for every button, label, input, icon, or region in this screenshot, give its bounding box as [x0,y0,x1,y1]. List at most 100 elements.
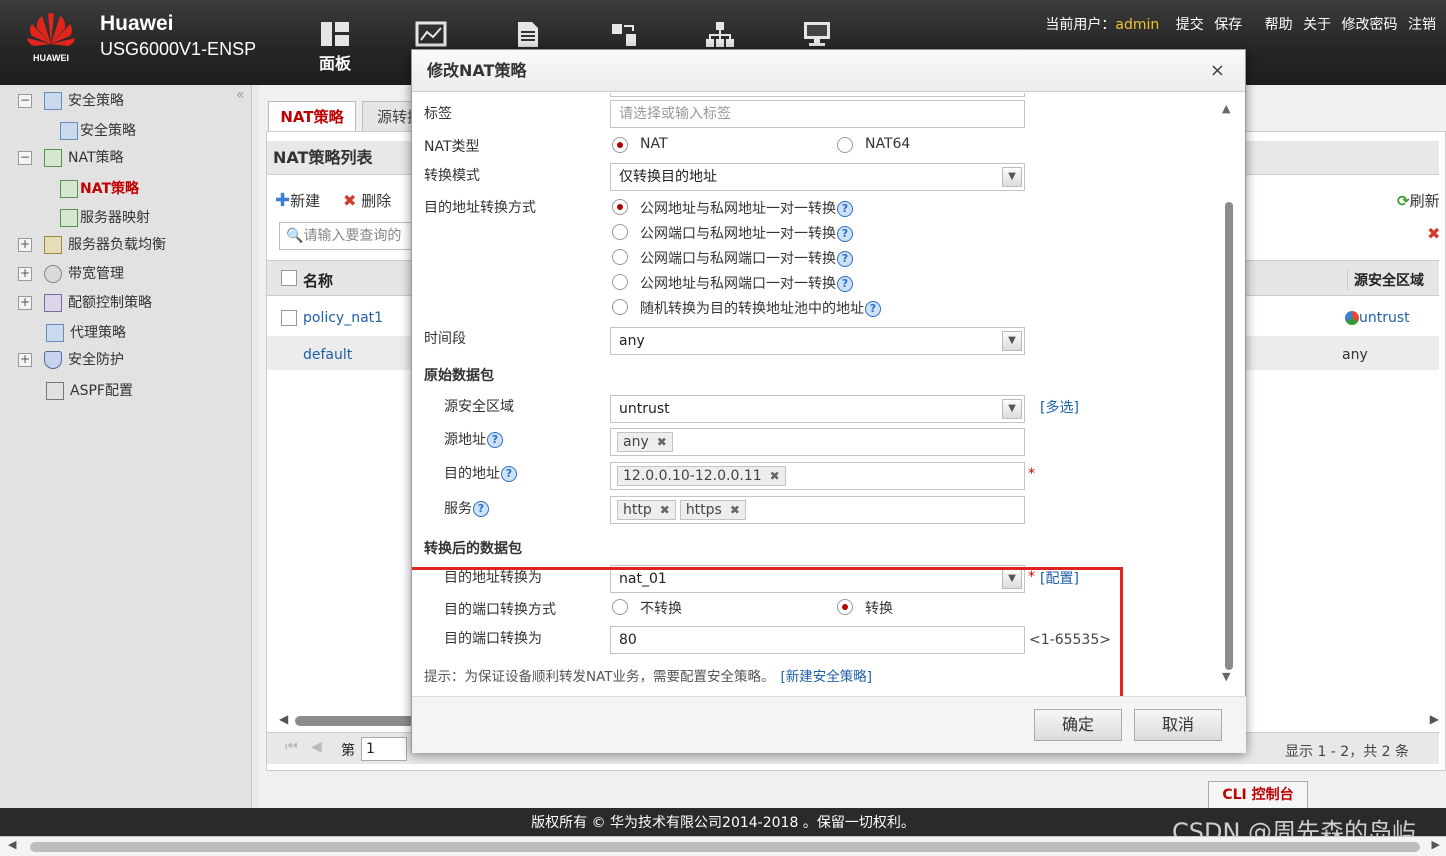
policy-name-link[interactable]: policy_nat1 [303,310,383,326]
scroll-right-icon[interactable]: ▶ [1430,712,1439,726]
hint-text: 提示：为保证设备顺利转发NAT业务，需要配置安全策略。 [新建安全策略] [424,669,873,685]
expand-icon[interactable]: + [18,267,32,281]
tree-bandwidth[interactable]: + 带宽管理 [18,263,124,285]
remove-tag-icon[interactable]: ✖ [770,469,780,483]
expand-icon[interactable]: + [18,296,32,310]
nat-type-nat-radio[interactable] [612,137,628,153]
tab-nat-policy[interactable]: NAT策略 [268,101,356,131]
sidebar-collapse-icon[interactable]: « [236,87,245,103]
delete-icon: ✖ [343,191,357,210]
dst-method-radio[interactable] [612,299,628,315]
about-link[interactable]: 关于 [1303,17,1331,33]
search-icon: 🔍 [286,228,304,244]
src-addr-tag: any ✖ [617,432,673,452]
policy-name-link[interactable]: default [303,347,352,363]
remove-tag-icon[interactable]: ✖ [657,435,667,449]
expand-icon[interactable]: + [18,353,32,367]
dialog-vscroll[interactable]: ▲ ▼ [1222,102,1234,690]
mode-select[interactable]: 仅转换目的地址 ▼ [610,163,1025,191]
tree-security-protect[interactable]: + 安全防护 [18,349,124,371]
remove-tag-icon[interactable]: ✖ [730,503,740,517]
src-zone-select[interactable]: untrust ▼ [610,395,1025,423]
delete-button[interactable]: ✖ 删除 [343,190,391,211]
service-input[interactable]: http ✖ https ✖ [610,496,1025,524]
nav-dashboard[interactable]: 面板 [315,20,355,80]
clear-search-icon[interactable]: ✖ [1427,224,1440,243]
scroll-up-icon[interactable]: ▲ [1222,102,1230,115]
commit-link[interactable]: 提交 [1176,17,1204,33]
help-icon[interactable]: ? [837,226,853,242]
help-icon[interactable]: ? [837,276,853,292]
logout-link[interactable]: 注销 [1408,17,1436,33]
select-all-checkbox[interactable] [281,270,297,286]
dst-method-radio[interactable] [612,199,628,215]
scroll-left-icon[interactable]: ◀ [279,712,288,726]
cli-console-button[interactable]: CLI 控制台 [1208,781,1308,809]
dst-pool-select[interactable]: nat_01 ▼ [610,565,1025,593]
page-hscroll[interactable]: ◀ ▶ [0,836,1446,856]
dialog-body: 标签 请选择或输入标签 NAT类型 NAT NAT64 转换模式 仅转换目的地址… [412,93,1246,696]
tree-security-policy-group[interactable]: − 安全策略 [18,90,124,112]
page-input[interactable]: 1 [361,737,407,761]
column-name[interactable]: 名称 [303,270,333,291]
new-security-policy-link[interactable]: [新建安全策略] [781,669,873,685]
prev-page-icon[interactable]: ◀ [311,739,322,755]
close-icon[interactable]: × [1210,60,1225,81]
scroll-down-icon[interactable]: ▼ [1222,670,1230,683]
tag-input[interactable]: 请选择或输入标签 [610,100,1025,128]
ok-button[interactable]: 确定 [1034,709,1122,741]
port-input[interactable]: 80 [610,626,1025,654]
row-checkbox[interactable] [281,310,297,326]
nat-type-nat64-label: NAT64 [865,136,911,152]
port-range-hint: <1-65535> [1029,632,1111,648]
dst-method-option: 随机转换为目的转换地址池中的地址? [640,298,881,318]
tree-aspf[interactable]: ASPF配置 [46,380,133,402]
help-icon[interactable]: ? [501,466,517,482]
tree-nat-policy-group[interactable]: − NAT策略 [18,147,124,169]
help-icon[interactable]: ? [837,201,853,217]
pager-summary: 显示 1 - 2，共 2 条 [1285,744,1410,760]
change-password-link[interactable]: 修改密码 [1342,17,1398,33]
tree-server-mapping[interactable]: 服务器映射 [60,207,150,229]
tree-proxy-policy[interactable]: 代理策略 [46,322,126,344]
dst-addr-input[interactable]: 12.0.0.10-12.0.0.11 ✖ [610,462,1025,490]
label-src-zone: 源安全区域 [444,399,514,415]
dst-method-radio[interactable] [612,224,628,240]
src-addr-input[interactable]: any ✖ [610,428,1025,456]
tree-server-lb[interactable]: + 服务器负载均衡 [18,234,166,256]
dst-method-radio[interactable] [612,274,628,290]
help-icon[interactable]: ? [473,501,489,517]
tree-quota[interactable]: + 配额控制策略 [18,292,152,314]
tree-nat-policy[interactable]: NAT策略 [60,178,139,200]
expand-icon[interactable]: + [18,238,32,252]
collapse-icon[interactable]: − [18,151,32,165]
label-service: 服务? [444,498,489,518]
help-icon[interactable]: ? [837,251,853,267]
dst-method-radio[interactable] [612,249,628,265]
help-icon[interactable]: ? [487,432,503,448]
nat-type-nat64-radio[interactable] [837,137,853,153]
first-page-icon[interactable]: ⏮ [285,739,298,755]
help-icon[interactable]: ? [865,301,881,317]
collapse-icon[interactable]: − [18,94,32,108]
label-mode: 转换模式 [424,168,480,184]
scroll-right-icon[interactable]: ▶ [1432,838,1440,851]
column-src-zone[interactable]: 源安全区域 [1347,270,1424,290]
network-icon [706,22,734,47]
current-user: admin [1115,17,1160,33]
multi-select-link[interactable]: [多选] [1040,397,1079,417]
scroll-left-icon[interactable]: ◀ [8,838,16,851]
tree-security-policy[interactable]: 安全策略 [60,120,136,142]
refresh-button[interactable]: ⟳刷新 [1397,190,1440,211]
help-link[interactable]: 帮助 [1265,17,1293,33]
config-link[interactable]: [配置] [1040,568,1079,588]
scroll-thumb[interactable] [1225,202,1233,670]
cancel-button[interactable]: 取消 [1134,709,1222,741]
save-link[interactable]: 保存 [1214,17,1242,33]
port-translate-radio[interactable] [837,599,853,615]
time-select[interactable]: any ▼ [610,327,1025,355]
remove-tag-icon[interactable]: ✖ [660,503,670,517]
new-button[interactable]: ✚新建 [275,190,320,211]
scroll-thumb[interactable] [30,842,1420,852]
port-no-translate-radio[interactable] [612,599,628,615]
